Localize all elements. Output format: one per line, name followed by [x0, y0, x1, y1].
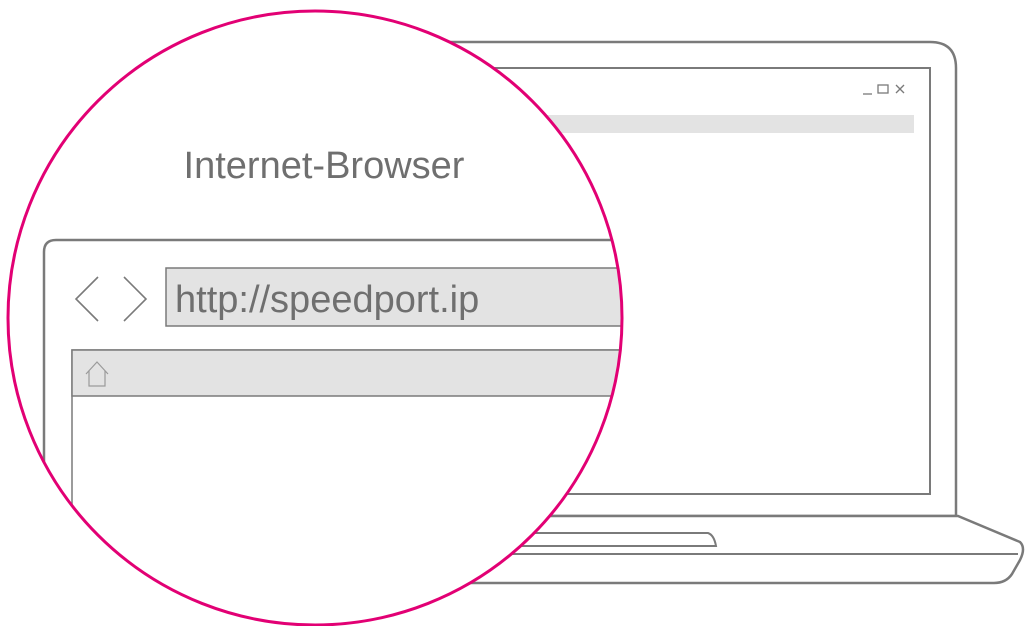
address-bar-url: http://speedport.ip	[175, 279, 479, 321]
browser-tab-strip	[71, 349, 622, 397]
laptop-browser-illustration: Internet-Browser http://speedport.ip	[6, 9, 1025, 626]
illustration-stage: Internet-Browser http://speedport.ip	[0, 0, 1027, 626]
magnifier-title: Internet-Browser	[184, 145, 465, 187]
laptop-address-strip	[540, 115, 914, 133]
